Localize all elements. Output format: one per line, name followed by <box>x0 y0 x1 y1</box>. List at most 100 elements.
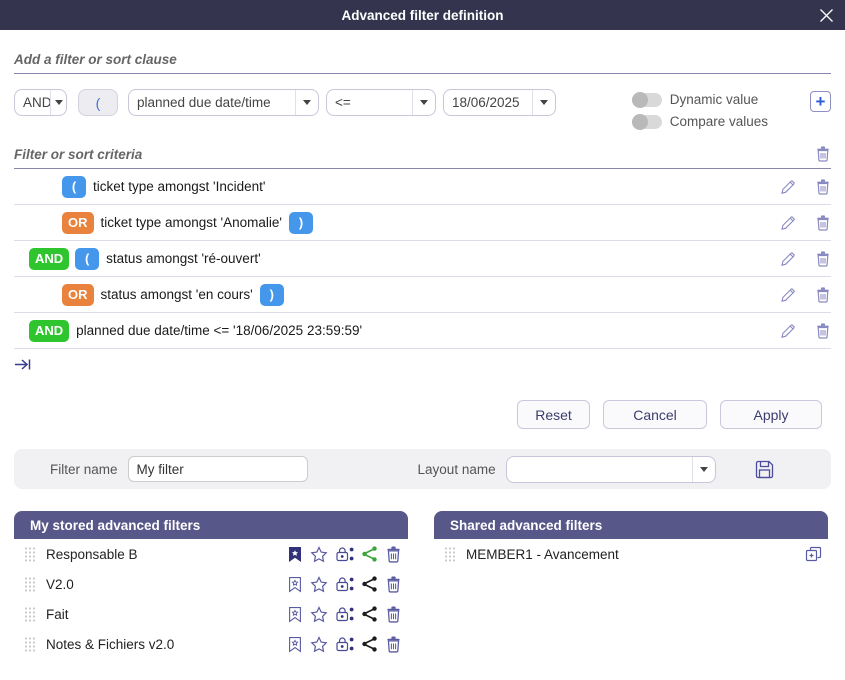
bookmark-star-icon[interactable] <box>288 606 302 623</box>
delete-filter-trash-icon[interactable] <box>385 575 402 593</box>
shared-filter-name: MEMBER1 - Avancement <box>466 547 619 562</box>
stored-filter-name: Fait <box>46 607 69 622</box>
drag-handle-icon[interactable] <box>24 636 36 653</box>
star-icon[interactable] <box>310 546 328 563</box>
criteria-text: status amongst 'ré-ouvert' <box>106 251 260 266</box>
chevron-down-icon <box>532 90 555 115</box>
stored-filter-name: Notes & Fichiers v2.0 <box>46 637 174 652</box>
stored-filter-name: Responsable B <box>46 547 138 562</box>
edit-pencil-icon[interactable] <box>780 179 796 195</box>
field-select[interactable]: planned due date/time <box>128 89 319 116</box>
bookmark-star-icon[interactable] <box>288 576 302 593</box>
dialog-titlebar: Advanced filter definition <box>0 0 845 30</box>
delete-filter-trash-icon[interactable] <box>385 635 402 653</box>
dynamic-value-label: Dynamic value <box>670 92 759 107</box>
cancel-button[interactable]: Cancel <box>603 400 707 429</box>
star-icon[interactable] <box>310 636 328 653</box>
drag-handle-icon[interactable] <box>24 606 36 623</box>
delete-criteria-trash-icon[interactable] <box>815 178 831 195</box>
edit-pencil-icon[interactable] <box>780 251 796 267</box>
bookmark-star-icon[interactable] <box>288 546 302 563</box>
indent-arrow-icon[interactable] <box>14 358 32 374</box>
apply-button[interactable]: Apply <box>720 400 822 429</box>
filter-name-input[interactable] <box>128 456 308 482</box>
share-icon[interactable] <box>362 636 377 652</box>
criteria-row: OR status amongst 'en cours' ) <box>14 277 831 313</box>
reset-button[interactable]: Reset <box>517 400 590 429</box>
delete-criteria-trash-icon[interactable] <box>815 214 831 231</box>
lock-share-icon[interactable] <box>336 606 354 622</box>
copy-plus-icon[interactable] <box>805 546 822 563</box>
edit-pencil-icon[interactable] <box>780 215 796 231</box>
compare-values-toggle[interactable] <box>632 115 662 129</box>
drag-handle-icon[interactable] <box>24 576 36 593</box>
layout-name-select[interactable] <box>506 456 716 483</box>
add-clause-button[interactable]: + <box>810 91 831 112</box>
close-paren-badge: ) <box>260 284 284 306</box>
close-icon[interactable] <box>817 6 835 24</box>
open-paren-button[interactable]: ( <box>78 89 118 116</box>
criteria-text: planned due date/time <= '18/06/2025 23:… <box>76 323 362 338</box>
chevron-down-icon <box>692 457 715 482</box>
delete-all-criteria-trash-icon[interactable] <box>815 145 831 162</box>
chevron-down-icon <box>412 90 435 115</box>
toggle-knob <box>632 92 648 108</box>
share-icon[interactable] <box>362 576 377 592</box>
add-clause-section-header: Add a filter or sort clause <box>14 52 831 74</box>
value-toggles: Dynamic value Compare values <box>632 92 768 129</box>
logic-badge: OR <box>62 284 94 306</box>
shared-filters-panel: Shared advanced filters MEMBER1 - Avance… <box>434 511 828 659</box>
compare-values-toggle-line: Compare values <box>632 114 768 129</box>
add-clause-section-title: Add a filter or sort clause <box>14 52 177 67</box>
criteria-text: status amongst 'en cours' <box>101 287 253 302</box>
criteria-section-header: Filter or sort criteria <box>14 145 831 169</box>
open-paren-badge: ( <box>75 248 99 270</box>
criteria-row: OR ticket type amongst 'Anomalie' ) <box>14 205 831 241</box>
drag-handle-icon[interactable] <box>444 546 456 563</box>
share-icon[interactable] <box>362 606 377 622</box>
stored-filter-row: Fait <box>14 599 408 629</box>
criteria-row: AND ( status amongst 'ré-ouvert' <box>14 241 831 277</box>
date-value: 18/06/2025 <box>444 95 528 110</box>
dialog-actions: Reset Cancel Apply <box>14 400 831 429</box>
stored-filter-row: Notes & Fichiers v2.0 <box>14 629 408 659</box>
shared-filter-row: MEMBER1 - Avancement <box>434 539 828 569</box>
logic-badge: AND <box>29 248 69 270</box>
criteria-section-title: Filter or sort criteria <box>14 147 142 162</box>
save-filter-bar: Filter name Layout name <box>14 449 831 489</box>
bookmark-star-icon[interactable] <box>288 636 302 653</box>
lock-share-icon[interactable] <box>336 576 354 592</box>
save-floppy-icon[interactable] <box>754 459 775 480</box>
chevron-down-icon <box>295 90 318 115</box>
lock-share-icon[interactable] <box>336 546 354 562</box>
delete-criteria-trash-icon[interactable] <box>815 286 831 303</box>
clause-builder-row: AND ( planned due date/time <= 18/06/202… <box>14 89 831 129</box>
delete-filter-trash-icon[interactable] <box>385 605 402 623</box>
criteria-row: AND planned due date/time <= '18/06/2025… <box>14 313 831 349</box>
stored-filters-panel: My stored advanced filters Responsable B… <box>14 511 408 659</box>
edit-pencil-icon[interactable] <box>780 287 796 303</box>
field-select-value: planned due date/time <box>129 95 279 110</box>
delete-filter-trash-icon[interactable] <box>385 545 402 563</box>
dynamic-value-toggle-line: Dynamic value <box>632 92 768 107</box>
logic-badge: OR <box>62 212 94 234</box>
lock-share-icon[interactable] <box>336 636 354 652</box>
comparator-select[interactable]: <= <box>326 89 436 116</box>
star-icon[interactable] <box>310 576 328 593</box>
drag-handle-icon[interactable] <box>24 546 36 563</box>
close-paren-badge: ) <box>289 212 313 234</box>
delete-criteria-trash-icon[interactable] <box>815 322 831 339</box>
share-icon[interactable] <box>362 546 377 562</box>
date-value-select[interactable]: 18/06/2025 <box>443 89 556 116</box>
open-paren-badge: ( <box>62 176 86 198</box>
logic-badge: AND <box>29 320 69 342</box>
edit-pencil-icon[interactable] <box>780 323 796 339</box>
logic-operator-select[interactable]: AND <box>14 89 67 116</box>
compare-values-label: Compare values <box>670 114 768 129</box>
star-icon[interactable] <box>310 606 328 623</box>
dynamic-value-toggle[interactable] <box>632 93 662 107</box>
delete-criteria-trash-icon[interactable] <box>815 250 831 267</box>
filter-name-label: Filter name <box>50 462 118 477</box>
comparator-select-value: <= <box>327 95 359 110</box>
stored-filter-name: V2.0 <box>46 577 74 592</box>
